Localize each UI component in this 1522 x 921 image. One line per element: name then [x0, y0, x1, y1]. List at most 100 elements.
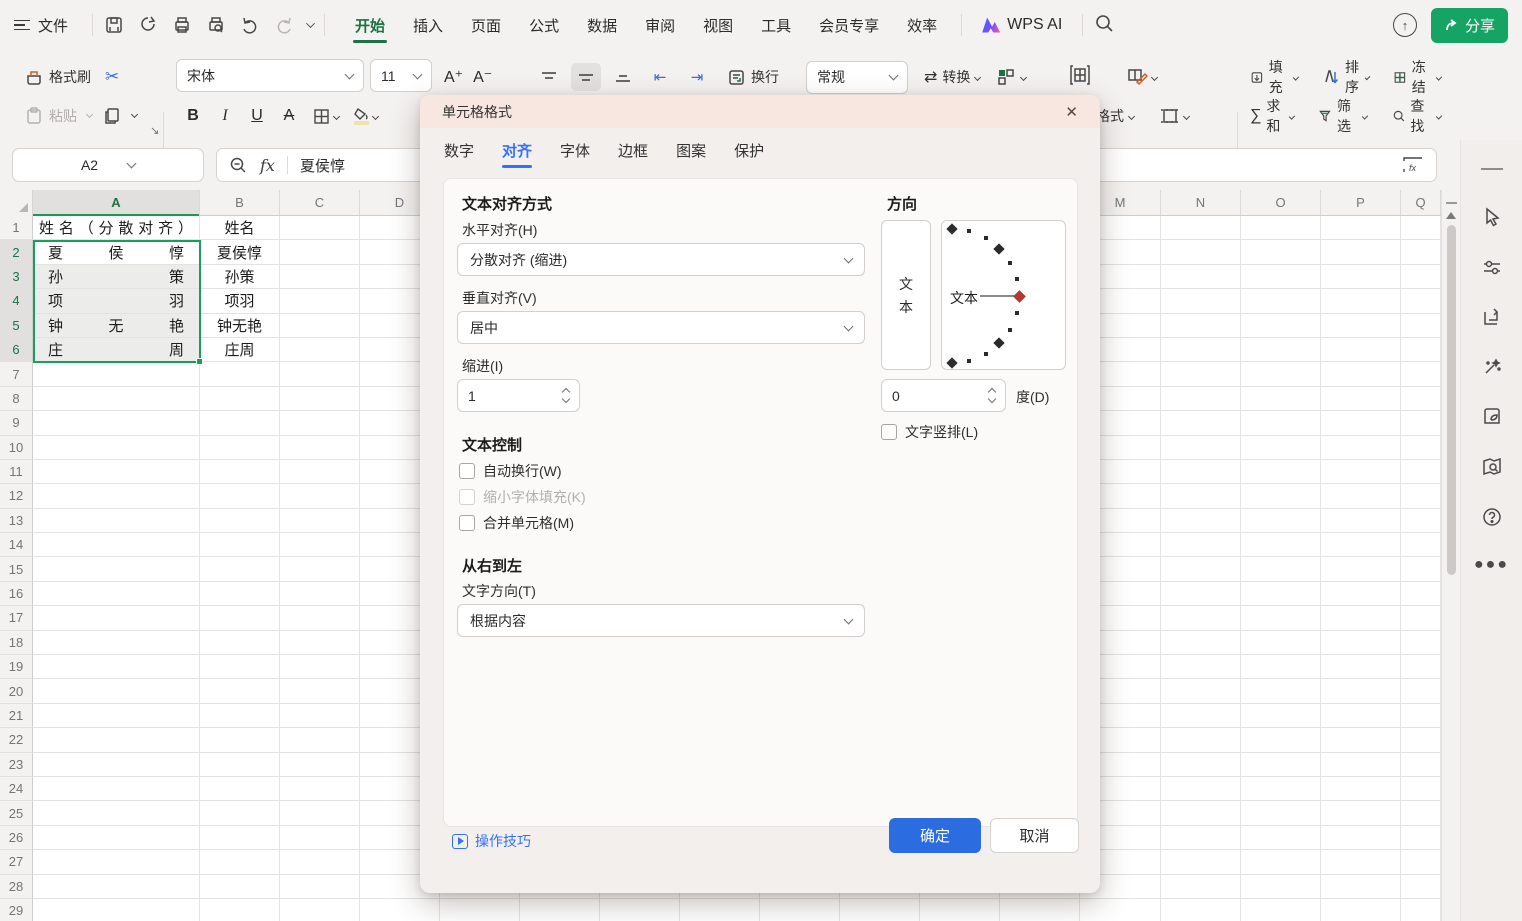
cell-B8[interactable] [200, 387, 280, 411]
cell-N18[interactable] [1161, 631, 1241, 655]
cell-O15[interactable] [1241, 557, 1321, 581]
strikethrough-button[interactable]: A [276, 107, 302, 125]
copy-button[interactable] [102, 106, 122, 126]
cell-Q21[interactable] [1401, 704, 1441, 728]
cell-P11[interactable] [1321, 460, 1401, 484]
row-header-25[interactable]: 25 [0, 801, 33, 825]
cell-C10[interactable] [280, 436, 360, 460]
cell-Q23[interactable] [1401, 753, 1441, 777]
row-header-4[interactable]: 4 [0, 289, 33, 313]
orientation-tick[interactable] [994, 243, 1005, 254]
cell-G29[interactable] [600, 899, 680, 921]
cell-A15[interactable] [33, 557, 200, 581]
degree-spinner[interactable]: 0 [881, 379, 1006, 412]
ribbon-tab-工具[interactable]: 工具 [747, 2, 805, 49]
cell-Q18[interactable] [1401, 631, 1441, 655]
cell-N8[interactable] [1161, 387, 1241, 411]
cell-N16[interactable] [1161, 582, 1241, 606]
fill-color-button[interactable] [353, 107, 378, 125]
row-header-20[interactable]: 20 [0, 679, 33, 703]
cell-C28[interactable] [280, 875, 360, 899]
sidebar-collapse-handle[interactable] [1481, 168, 1503, 170]
cell-B10[interactable] [200, 436, 280, 460]
cell-Q26[interactable] [1401, 826, 1441, 850]
select-all-corner[interactable] [0, 190, 33, 216]
cell-B1[interactable]: 姓名 [200, 216, 280, 240]
cell-Q20[interactable] [1401, 679, 1441, 703]
row-header-14[interactable]: 14 [0, 533, 33, 557]
cell-C9[interactable] [280, 411, 360, 435]
cell-N6[interactable] [1161, 338, 1241, 362]
copy-more-icon[interactable] [131, 111, 138, 118]
cell-L29[interactable] [1000, 899, 1080, 921]
orientation-tick[interactable] [967, 359, 971, 363]
cell-C24[interactable] [280, 777, 360, 801]
cell-P19[interactable] [1321, 655, 1401, 679]
bold-button[interactable]: B [180, 107, 206, 125]
cell-B3[interactable]: 孙策 [200, 265, 280, 289]
cell-C3[interactable] [280, 265, 360, 289]
cell-O2[interactable] [1241, 240, 1321, 264]
cell-P17[interactable] [1321, 606, 1401, 630]
freeze-button[interactable]: 冻结 [1393, 57, 1441, 97]
cell-D29[interactable] [360, 899, 440, 921]
row-header-1[interactable]: 1 [0, 216, 33, 240]
cell-B13[interactable] [200, 509, 280, 533]
cell-O20[interactable] [1241, 679, 1321, 703]
save-icon[interactable] [103, 14, 125, 36]
reader-search-icon[interactable] [1479, 454, 1505, 480]
cell-A29[interactable] [33, 899, 200, 921]
cell-B23[interactable] [200, 753, 280, 777]
row-header-12[interactable]: 12 [0, 484, 33, 508]
cell-B2[interactable]: 夏侯惇 [200, 240, 280, 264]
cell-O21[interactable] [1241, 704, 1321, 728]
cell-P4[interactable] [1321, 289, 1401, 313]
cell-P28[interactable] [1321, 875, 1401, 899]
magic-wand-icon[interactable] [1479, 354, 1505, 380]
column-header-P[interactable]: P [1321, 190, 1401, 215]
split-handle[interactable] [1446, 202, 1457, 204]
cell-A21[interactable] [33, 704, 200, 728]
document-theme-icon[interactable] [1479, 404, 1505, 430]
orientation-tick[interactable] [967, 229, 971, 233]
sort-button[interactable]: 排序 [1322, 57, 1369, 97]
cell-A6[interactable]: 庄周 [33, 338, 200, 362]
wps-ai-button[interactable]: WPS AI [972, 16, 1072, 34]
row-header-2[interactable]: 2 [0, 240, 33, 264]
cell-Q4[interactable] [1401, 289, 1441, 313]
cell-O16[interactable] [1241, 582, 1321, 606]
row-header-26[interactable]: 26 [0, 826, 33, 850]
redo-icon[interactable] [273, 14, 295, 36]
cell-Q14[interactable] [1401, 533, 1441, 557]
cell-Q12[interactable] [1401, 484, 1441, 508]
cell-A17[interactable] [33, 606, 200, 630]
cell-C15[interactable] [280, 557, 360, 581]
cell-N14[interactable] [1161, 533, 1241, 557]
column-header-C[interactable]: C [280, 190, 360, 215]
cell-N3[interactable] [1161, 265, 1241, 289]
cell-Q29[interactable] [1401, 899, 1441, 921]
paste-button[interactable]: 粘贴 [24, 106, 77, 126]
cell-N19[interactable] [1161, 655, 1241, 679]
cell-Q2[interactable] [1401, 240, 1441, 264]
number-format-select[interactable]: 常规 [806, 61, 908, 94]
vertical-text-preview[interactable]: 文 本 [881, 220, 931, 370]
cell-N4[interactable] [1161, 289, 1241, 313]
cell-O6[interactable] [1241, 338, 1321, 362]
cell-B5[interactable]: 钟无艳 [200, 314, 280, 338]
row-header-24[interactable]: 24 [0, 777, 33, 801]
cell-C5[interactable] [280, 314, 360, 338]
cell-C13[interactable] [280, 509, 360, 533]
zoom-formula-icon[interactable] [229, 156, 248, 175]
cell-C14[interactable] [280, 533, 360, 557]
cell-N10[interactable] [1161, 436, 1241, 460]
cell-N21[interactable] [1161, 704, 1241, 728]
format-painter-button[interactable]: 格式刷 [24, 67, 91, 87]
cell-P7[interactable] [1321, 362, 1401, 386]
cell-A5[interactable]: 钟无艳 [33, 314, 200, 338]
cell-B20[interactable] [200, 679, 280, 703]
cell-Q25[interactable] [1401, 801, 1441, 825]
cell-A16[interactable] [33, 582, 200, 606]
cell-B7[interactable] [200, 362, 280, 386]
row-header-21[interactable]: 21 [0, 704, 33, 728]
